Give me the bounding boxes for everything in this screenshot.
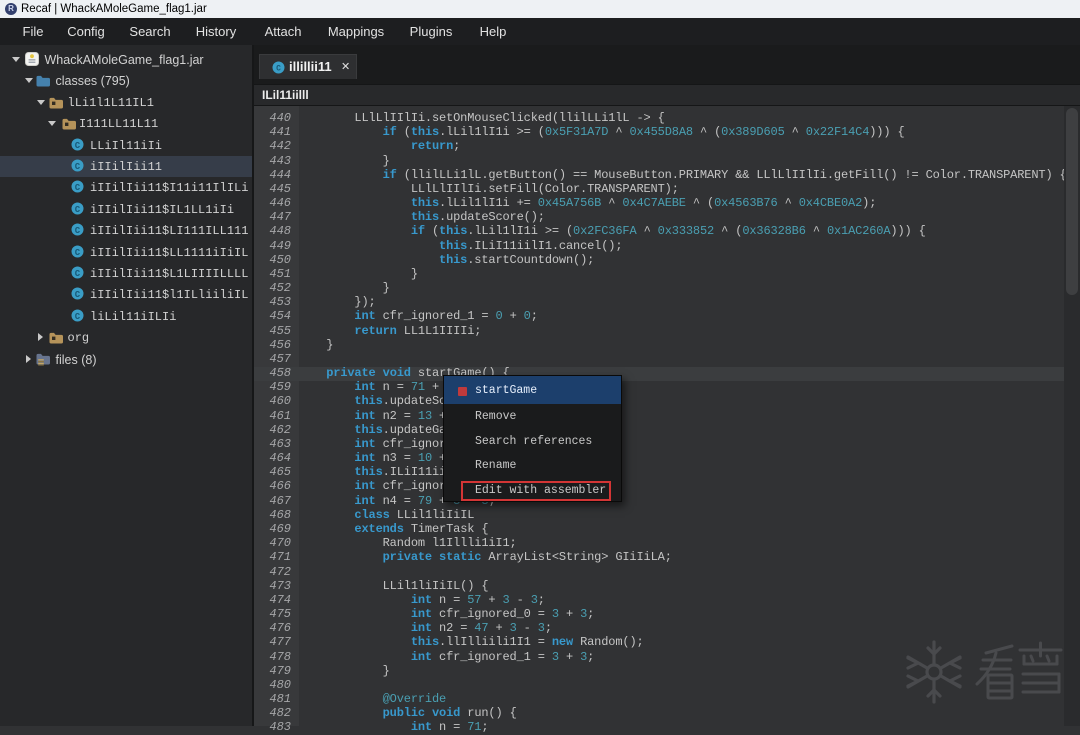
- svg-text:C: C: [75, 269, 81, 279]
- svg-text:C: C: [75, 140, 81, 150]
- svg-text:C: C: [75, 205, 81, 215]
- svg-text:C: C: [75, 226, 81, 236]
- svg-text:C: C: [75, 312, 81, 322]
- svg-text:C: C: [75, 290, 81, 300]
- svg-text:C: C: [75, 183, 81, 193]
- svg-text:C: C: [276, 65, 281, 74]
- svg-text:C: C: [75, 162, 81, 172]
- svg-text:C: C: [75, 247, 81, 257]
